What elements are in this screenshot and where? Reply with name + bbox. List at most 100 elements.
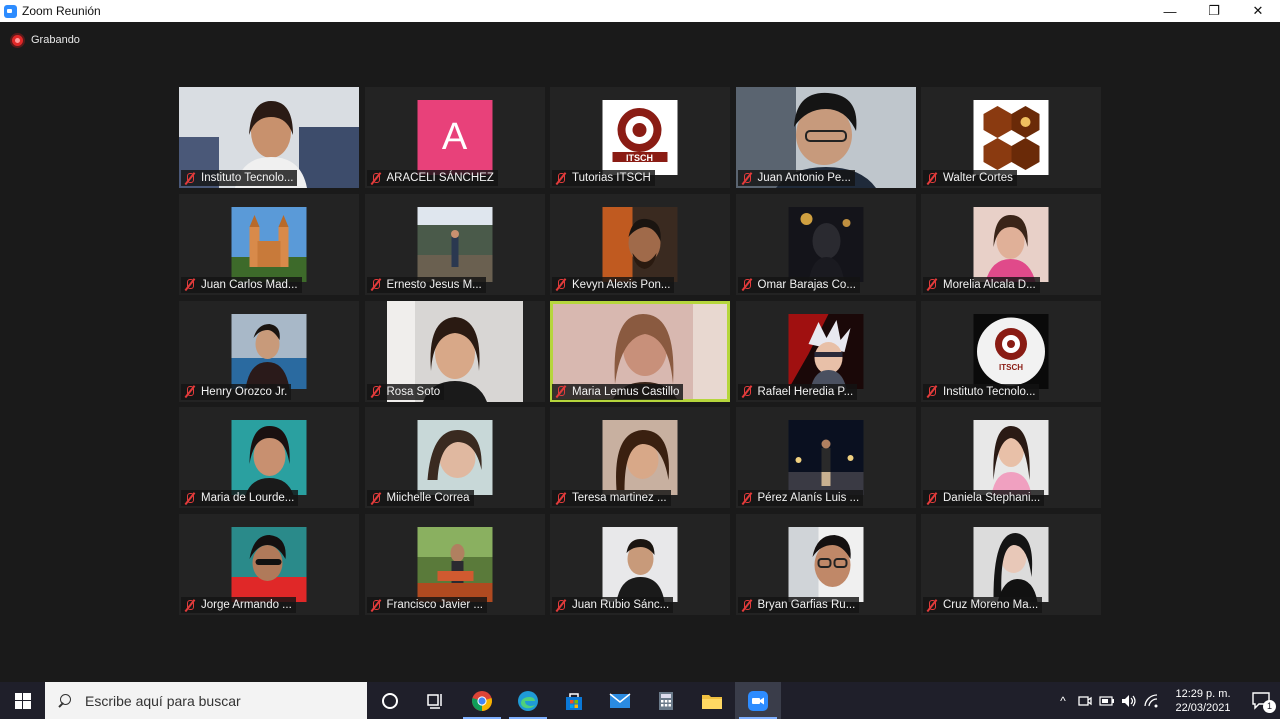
participant-tile[interactable]: Juan Carlos Mad... bbox=[179, 193, 359, 295]
volume-icon[interactable] bbox=[1118, 682, 1140, 719]
close-button[interactable]: ✕ bbox=[1236, 0, 1280, 22]
participant-tile[interactable]: Teresa martinez ... bbox=[550, 407, 730, 509]
taskbar-chrome[interactable] bbox=[459, 682, 505, 719]
participant-name: Bryan Garfias Ru... bbox=[757, 599, 856, 611]
minimize-button[interactable]: — bbox=[1148, 0, 1192, 22]
chrome-icon bbox=[472, 690, 492, 711]
participant-name-bar: Juan Rubio Sánc... bbox=[552, 597, 674, 613]
svg-text:ITSCH: ITSCH bbox=[626, 153, 653, 163]
taskbar-explorer[interactable] bbox=[689, 682, 735, 719]
avatar bbox=[417, 206, 492, 282]
avatar bbox=[788, 527, 863, 602]
participant-tile[interactable]: Daniela Stephani... bbox=[921, 407, 1101, 509]
participant-tile[interactable]: Maria de Lourde... bbox=[179, 407, 359, 509]
mic-muted-icon bbox=[740, 599, 754, 612]
maximize-button[interactable]: ❐ bbox=[1192, 0, 1236, 22]
taskbar-mail[interactable] bbox=[597, 682, 643, 719]
mic-muted-icon bbox=[183, 278, 197, 291]
mic-muted-icon bbox=[183, 172, 197, 185]
participant-tile[interactable]: Miichelle Correa bbox=[364, 407, 545, 509]
task-view-icon bbox=[427, 693, 442, 709]
participant-tile[interactable]: Pérez Alanís Luis ... bbox=[735, 407, 916, 509]
mic-muted-icon bbox=[554, 385, 568, 398]
participant-name-bar: Miichelle Correa bbox=[366, 490, 474, 507]
participant-tile[interactable]: Juan Antonio Pe... bbox=[735, 87, 916, 188]
mic-muted-icon bbox=[369, 278, 383, 291]
participant-tile[interactable]: Henry Orozco Jr. bbox=[179, 300, 359, 402]
taskbar-clock[interactable]: 12:29 p. m. 22/03/2021 bbox=[1168, 687, 1238, 715]
battery-icon[interactable] bbox=[1096, 682, 1118, 719]
participant-name-bar: Omar Barajas Co... bbox=[737, 276, 860, 293]
participant-tile[interactable]: Instituto Tecnolo... bbox=[179, 87, 359, 188]
mic-muted-icon bbox=[740, 278, 754, 291]
participant-tile[interactable]: Cruz Moreno Ma... bbox=[921, 514, 1101, 615]
chevron-up-icon[interactable]: ^ bbox=[1052, 682, 1074, 719]
mic-muted-icon bbox=[369, 385, 383, 398]
taskbar-zoom[interactable] bbox=[735, 682, 781, 719]
participant-name: Maria Lemus Castillo bbox=[572, 385, 680, 398]
taskbar-search[interactable] bbox=[45, 682, 367, 719]
participant-tile[interactable]: A ARACELI SÁNCHEZ bbox=[364, 87, 545, 188]
participant-tile[interactable]: Omar Barajas Co... bbox=[735, 193, 916, 295]
wifi-icon[interactable] bbox=[1140, 682, 1162, 719]
avatar: ITSCH bbox=[973, 313, 1049, 389]
meet-now-icon[interactable] bbox=[1074, 682, 1096, 719]
participant-name: Ernesto Jesus M... bbox=[386, 278, 482, 291]
participant-tile[interactable]: Jorge Armando ... bbox=[179, 514, 359, 615]
participant-name: Morelia Alcala D... bbox=[943, 278, 1036, 291]
folder-icon bbox=[702, 694, 722, 709]
taskbar-edge[interactable] bbox=[505, 682, 551, 719]
mic-muted-icon bbox=[925, 385, 939, 398]
participant-tile[interactable]: Ernesto Jesus M... bbox=[364, 193, 545, 295]
participant-name: Miichelle Correa bbox=[386, 492, 470, 505]
participant-tile[interactable]: Rafael Heredia P... bbox=[735, 300, 916, 402]
avatar bbox=[231, 313, 307, 389]
recording-indicator[interactable]: Grabando bbox=[12, 34, 80, 46]
taskbar-calculator[interactable] bbox=[643, 682, 689, 719]
participant-name-bar: Daniela Stephani... bbox=[923, 490, 1045, 507]
participant-tile[interactable]: Rosa Soto bbox=[364, 300, 545, 402]
mic-muted-icon bbox=[183, 492, 197, 505]
participant-name-bar: Bryan Garfias Ru... bbox=[737, 597, 860, 613]
participant-tile[interactable]: Morelia Alcala D... bbox=[921, 193, 1101, 295]
participant-tile[interactable]: ITSCH Instituto Tecnolo... bbox=[921, 300, 1101, 402]
mic-muted-icon bbox=[369, 492, 383, 505]
participant-tile[interactable]: Walter Cortes bbox=[921, 87, 1101, 188]
zoom-app-icon bbox=[4, 4, 17, 18]
participant-name: Juan Antonio Pe... bbox=[757, 172, 851, 184]
mic-muted-icon bbox=[554, 172, 568, 185]
participant-name-bar: Maria de Lourde... bbox=[181, 490, 299, 507]
action-center-button[interactable]: 1 bbox=[1244, 682, 1280, 719]
participant-name-bar: Walter Cortes bbox=[923, 170, 1017, 186]
participant-tile[interactable]: Juan Rubio Sánc... bbox=[550, 514, 730, 615]
avatar bbox=[973, 527, 1049, 602]
mic-muted-icon bbox=[925, 492, 939, 505]
mic-muted-icon bbox=[554, 492, 568, 505]
participant-tile[interactable]: Francisco Javier ... bbox=[364, 514, 545, 615]
mic-muted-icon bbox=[925, 172, 939, 185]
participant-tile[interactable]: ITSCH Tutorias ITSCH bbox=[550, 87, 730, 188]
search-input[interactable] bbox=[85, 692, 345, 709]
participant-name: Juan Rubio Sánc... bbox=[572, 599, 670, 611]
store-icon bbox=[566, 692, 582, 710]
avatar bbox=[602, 206, 678, 282]
participant-name-bar: Juan Antonio Pe... bbox=[737, 170, 855, 186]
mic-muted-icon bbox=[183, 385, 197, 398]
avatar bbox=[788, 206, 863, 282]
start-button[interactable] bbox=[0, 682, 45, 719]
participant-name-bar: Rafael Heredia P... bbox=[737, 383, 858, 400]
participant-tile[interactable]: Kevyn Alexis Pon... bbox=[550, 193, 730, 295]
participant-tile[interactable]: Bryan Garfias Ru... bbox=[735, 514, 916, 615]
participant-name: Francisco Javier ... bbox=[386, 599, 484, 611]
windows-taskbar: ^ 12:29 p. m. 22/03/2021 1 bbox=[0, 682, 1280, 719]
mic-muted-icon bbox=[369, 599, 383, 612]
avatar bbox=[231, 527, 307, 602]
avatar bbox=[788, 313, 863, 389]
mic-muted-icon bbox=[554, 278, 568, 291]
avatar bbox=[788, 420, 863, 496]
task-view-button[interactable] bbox=[413, 682, 459, 719]
cortana-button[interactable] bbox=[367, 682, 413, 719]
taskbar-store[interactable] bbox=[551, 682, 597, 719]
participant-tile[interactable]: Maria Lemus Castillo bbox=[550, 300, 730, 402]
system-tray: ^ 12:29 p. m. 22/03/2021 1 bbox=[1052, 682, 1280, 719]
